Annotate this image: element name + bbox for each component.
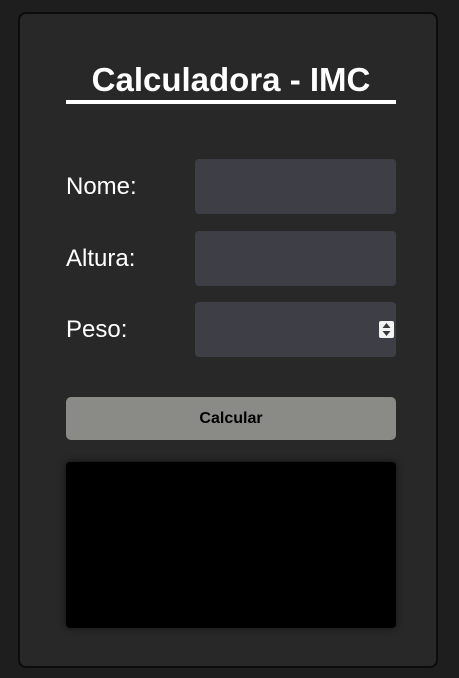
peso-label: Peso: xyxy=(66,316,128,343)
number-spinner-icon[interactable] xyxy=(379,321,394,338)
altura-label: Altura: xyxy=(66,245,136,272)
calculator-card: Calculadora - IMC Nome: Altura: Peso: Ca… xyxy=(18,12,438,668)
calcular-button[interactable]: Calcular xyxy=(66,397,396,440)
peso-input[interactable] xyxy=(195,302,396,357)
altura-input[interactable] xyxy=(195,231,396,286)
result-box xyxy=(66,462,396,628)
nome-label: Nome: xyxy=(66,173,137,200)
nome-input[interactable] xyxy=(195,159,396,214)
page-title: Calculadora - IMC xyxy=(66,60,396,104)
